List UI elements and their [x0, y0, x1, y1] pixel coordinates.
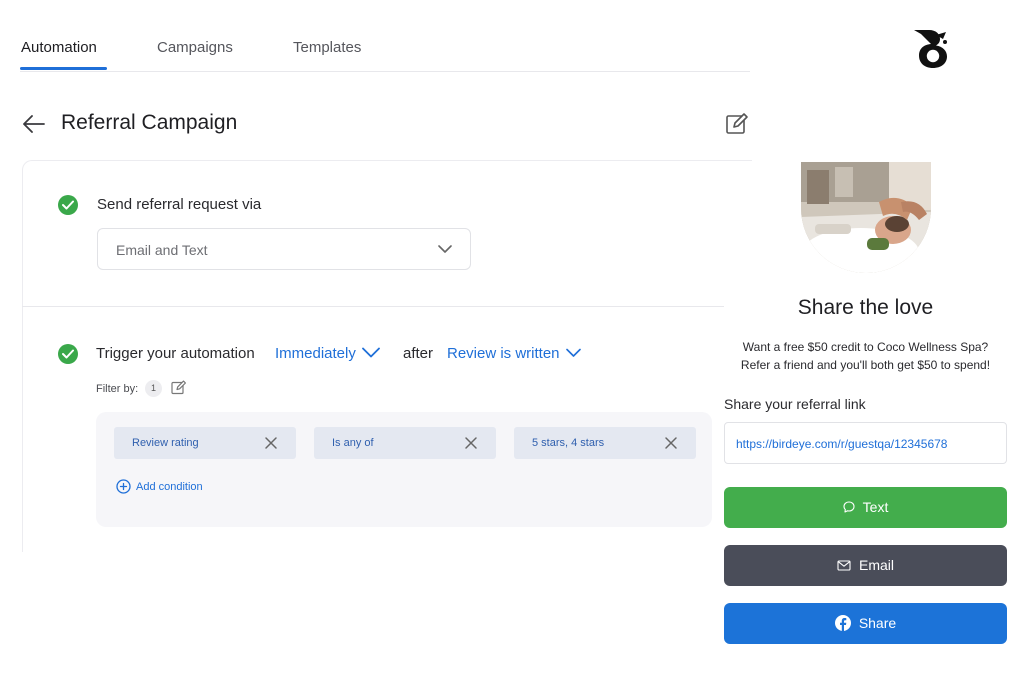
edit-icon[interactable] [725, 112, 749, 136]
page-title: Referral Campaign [61, 111, 238, 134]
chevron-down-icon [565, 348, 581, 357]
condition-value-chip[interactable]: 5 stars, 4 stars [514, 427, 696, 459]
email-button-label: Email [858, 557, 894, 573]
facebook-icon [834, 615, 851, 632]
condition-operator-chip[interactable]: Is any of [314, 427, 496, 459]
spa-treatment-photo [801, 162, 931, 273]
facebook-share-button[interactable]: Share [724, 603, 1007, 644]
share-title: Share the love [797, 296, 934, 319]
channel-select-value: Email and Text [116, 242, 208, 258]
tab-automation[interactable]: Automation [21, 39, 97, 56]
referral-link-value: https://birdeye.com/r/guestqa/12345678 [736, 437, 948, 451]
condition-operator-label: Is any of [332, 437, 374, 449]
tab-campaigns[interactable]: Campaigns [157, 39, 233, 56]
chevron-down-icon [361, 347, 380, 358]
filter-count-badge: 1 [145, 380, 162, 397]
share-button-label: Share [858, 615, 897, 631]
chat-bubble-icon [843, 501, 855, 513]
promo-text: Want a free $50 credit to Coco Wellness … [724, 338, 1007, 374]
trigger-label: Trigger your automation [96, 345, 255, 362]
text-button-label: Text [862, 499, 889, 515]
check-icon [58, 344, 78, 364]
referral-link-label: Share your referral link [724, 396, 866, 412]
edit-icon[interactable] [171, 380, 186, 395]
section-divider [22, 306, 724, 307]
condition-value-label: 5 stars, 4 stars [532, 437, 605, 449]
condition-field-chip[interactable]: Review rating [114, 427, 296, 459]
tab-bar: Automation Campaigns Templates [20, 0, 750, 72]
promo-line-1: Want a free $50 credit to Coco Wellness … [742, 340, 989, 354]
channel-select[interactable]: Email and Text [97, 228, 471, 270]
plus-circle-icon [116, 479, 131, 494]
tab-templates[interactable]: Templates [293, 39, 361, 56]
close-icon[interactable] [664, 436, 678, 450]
back-arrow-icon[interactable] [22, 113, 46, 135]
email-share-button[interactable]: Email [724, 545, 1007, 586]
condition-field-label: Review rating [132, 437, 199, 449]
event-dropdown[interactable]: Review is written [447, 345, 581, 362]
timing-dropdown-value: Immediately [275, 345, 356, 362]
promo-line-2: Refer a friend and you'll both get $50 t… [740, 358, 991, 372]
check-icon [58, 195, 78, 215]
close-icon[interactable] [464, 436, 478, 450]
event-dropdown-value: Review is written [447, 345, 560, 362]
text-share-button[interactable]: Text [724, 487, 1007, 528]
active-tab-indicator [20, 67, 107, 70]
referral-link-field[interactable]: https://birdeye.com/r/guestqa/12345678 [724, 422, 1007, 464]
after-label: after [403, 345, 434, 362]
chevron-down-icon [438, 245, 452, 253]
add-condition-label: Add condition [136, 481, 203, 493]
birdeye-logo [912, 28, 956, 70]
close-icon[interactable] [264, 436, 278, 450]
send-request-label: Send referral request via [97, 196, 262, 213]
filter-label: Filter by: [96, 383, 139, 395]
mail-icon [837, 560, 851, 571]
timing-dropdown[interactable]: Immediately [275, 345, 380, 362]
